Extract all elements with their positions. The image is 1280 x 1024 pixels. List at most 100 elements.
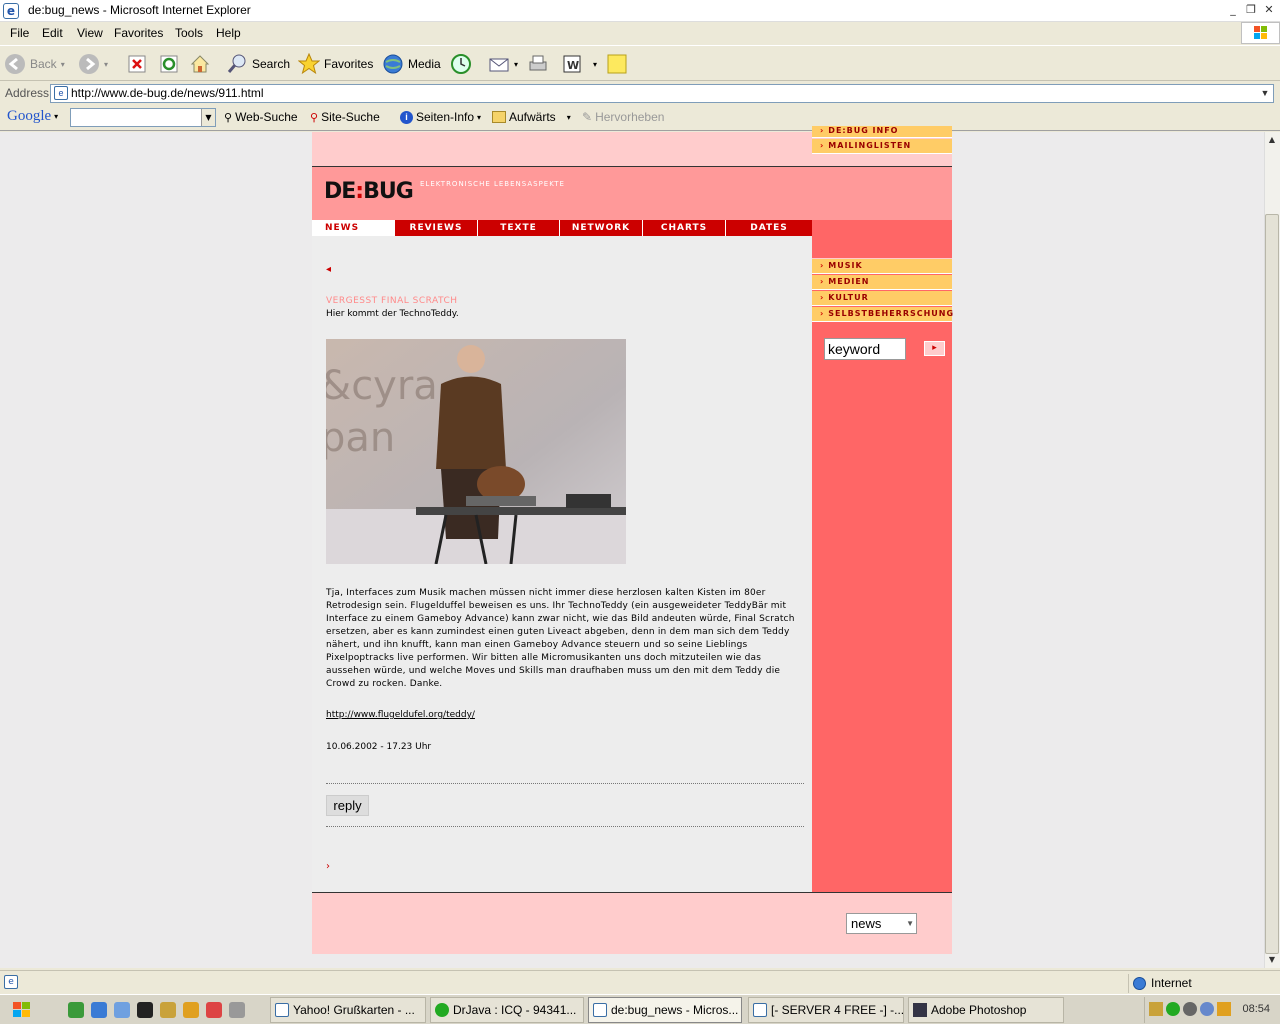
binoculars-icon: ⚲ xyxy=(224,111,233,124)
refresh-button[interactable] xyxy=(158,52,180,76)
media-globe-icon xyxy=(382,53,404,75)
scrollbar-thumb[interactable] xyxy=(1265,214,1279,954)
title-bar: e de:bug_news - Microsoft Internet Explo… xyxy=(0,0,1280,22)
side-link-selbstbeherrschung[interactable]: › SELBSTBEHERRSCHUNG xyxy=(812,307,953,322)
tray-icq-icon[interactable] xyxy=(1166,1002,1180,1016)
top-spacer xyxy=(312,132,812,166)
tab-reviews[interactable]: REVIEWS xyxy=(395,220,478,236)
divider xyxy=(326,783,804,784)
clock: 08:54 xyxy=(1242,1003,1270,1015)
site-search-icon: ⚲ xyxy=(310,111,319,124)
side-link-kultur[interactable]: › KULTUR xyxy=(812,291,952,306)
quicklaunch-ie-icon[interactable] xyxy=(91,1002,107,1018)
google-search-input[interactable]: ▼ xyxy=(70,108,216,127)
tray-speaker-icon[interactable] xyxy=(1183,1002,1197,1016)
scroll-down-icon[interactable]: ▼ xyxy=(1264,952,1280,968)
highlight-button[interactable]: ✎ Hervorheben xyxy=(582,110,664,124)
search-button[interactable]: Search xyxy=(226,52,290,76)
side-link-medien[interactable]: › MEDIEN xyxy=(812,275,952,290)
tab-charts[interactable]: CHARTS xyxy=(643,220,726,236)
windows-flag-icon xyxy=(1241,22,1280,44)
article-body: Tja, Interfaces zum Musik machen müssen … xyxy=(326,588,795,689)
quicklaunch-winamp-icon[interactable] xyxy=(160,1002,176,1018)
article-link[interactable]: http://www.flugeldufel.org/teddy/ xyxy=(326,710,475,720)
printer-icon xyxy=(527,53,549,75)
arrow-right-icon: ▸ xyxy=(932,343,937,353)
scroll-up-icon[interactable]: ▲ xyxy=(1264,132,1280,148)
restore-button[interactable]: ❐ xyxy=(1243,3,1259,17)
quicklaunch-cmd-icon[interactable] xyxy=(137,1002,153,1018)
tray-tool-icon[interactable] xyxy=(1217,1002,1231,1016)
print-button[interactable] xyxy=(527,52,549,76)
tab-texte[interactable]: TEXTE xyxy=(478,220,560,236)
refresh-icon xyxy=(158,53,180,75)
search-icon xyxy=(226,53,248,75)
search-go-button[interactable]: ▸ xyxy=(924,341,945,356)
icq-flower-icon xyxy=(435,1003,449,1017)
keyword-search-input[interactable]: keyword xyxy=(824,338,906,360)
tab-dates[interactable]: DATES xyxy=(726,220,812,236)
quicklaunch-doc-icon[interactable] xyxy=(229,1002,245,1018)
reply-button[interactable]: reply xyxy=(326,795,369,816)
home-button[interactable] xyxy=(189,52,211,76)
tray-winamp-icon[interactable] xyxy=(1149,1002,1163,1016)
back-button[interactable]: Back ▾ xyxy=(4,52,65,76)
stop-icon xyxy=(126,53,148,75)
security-zone: Internet xyxy=(1128,974,1278,993)
address-label: Address xyxy=(5,86,50,100)
forward-arrow-icon xyxy=(78,53,100,75)
forward-button[interactable]: ▾ xyxy=(78,52,108,76)
debug-logo[interactable]: DE:BUG xyxy=(324,179,414,204)
quicklaunch-app-icon[interactable] xyxy=(68,1002,84,1018)
svg-text:W: W xyxy=(567,59,579,72)
quicklaunch-opera-icon[interactable] xyxy=(206,1002,222,1018)
google-logo[interactable]: Google ▾ xyxy=(7,108,58,125)
quicklaunch-outlook-icon[interactable] xyxy=(114,1002,130,1018)
info-icon: i xyxy=(400,110,413,124)
mail-button[interactable]: ▾ xyxy=(488,52,518,76)
minimize-button[interactable]: _ xyxy=(1225,3,1241,17)
task-drjava[interactable]: DrJava : ICQ - 94341... xyxy=(430,997,584,1023)
side-link-musik[interactable]: › MUSIK xyxy=(812,259,952,274)
edit-button[interactable]: W ▾ xyxy=(561,52,597,76)
divider xyxy=(326,826,804,827)
close-button[interactable]: ✕ xyxy=(1261,3,1277,17)
start-button[interactable] xyxy=(2,997,42,1023)
menu-file[interactable]: File xyxy=(10,26,29,40)
up-button[interactable]: Aufwärts ▾ xyxy=(492,110,571,124)
task-server[interactable]: [- SERVER 4 FREE -] -... xyxy=(748,997,904,1023)
tab-network[interactable]: NETWORK xyxy=(560,220,643,236)
menu-tools[interactable]: Tools xyxy=(175,26,203,40)
back-arrow-icon[interactable]: ◂ xyxy=(326,264,331,275)
task-photoshop[interactable]: Adobe Photoshop xyxy=(908,997,1064,1023)
media-button[interactable]: Media xyxy=(382,52,441,76)
favorites-button[interactable]: Favorites xyxy=(298,52,373,76)
menu-view[interactable]: View xyxy=(77,26,103,40)
tray-network-icon[interactable] xyxy=(1200,1002,1214,1016)
site-search-button[interactable]: ⚲ Site-Suche xyxy=(310,110,380,124)
google-search-dropdown-icon[interactable]: ▼ xyxy=(201,109,215,126)
task-debug-news[interactable]: de:bug_news - Micros... xyxy=(588,997,742,1023)
tab-news[interactable]: NEWS xyxy=(312,220,395,236)
task-yahoo[interactable]: Yahoo! Grußkarten - ... xyxy=(270,997,426,1023)
menu-bar: File Edit View Favorites Tools Help xyxy=(0,22,1280,44)
history-button[interactable] xyxy=(450,52,472,76)
address-dropdown-icon[interactable]: ▼ xyxy=(1257,85,1273,102)
page-info-button[interactable]: i Seiten-Info ▾ xyxy=(400,110,481,124)
menu-edit[interactable]: Edit xyxy=(42,26,63,40)
taskbar: Yahoo! Grußkarten - ... DrJava : ICQ - 9… xyxy=(0,994,1280,1024)
top-link-mailinglisten[interactable]: › MAILINGLISTEN xyxy=(812,139,952,154)
article-photo: &cyra pan xyxy=(326,339,626,564)
quicklaunch-tool-icon[interactable] xyxy=(183,1002,199,1018)
stop-button[interactable] xyxy=(126,52,148,76)
top-link-debug-info[interactable]: › DE:BUG INFO xyxy=(812,126,952,138)
address-input[interactable]: e http://www.de-bug.de/news/911.html ▼ xyxy=(50,84,1274,103)
menu-help[interactable]: Help xyxy=(216,26,241,40)
web-search-button[interactable]: ⚲ Web-Suche xyxy=(224,110,298,124)
menu-favorites[interactable]: Favorites xyxy=(114,26,163,40)
messenger-button[interactable] xyxy=(606,52,628,76)
forward-arrow-icon[interactable]: › xyxy=(326,861,330,872)
section-select[interactable]: news ▼ xyxy=(846,913,917,934)
mail-icon xyxy=(488,53,510,75)
status-bar: e Internet xyxy=(0,970,1280,994)
